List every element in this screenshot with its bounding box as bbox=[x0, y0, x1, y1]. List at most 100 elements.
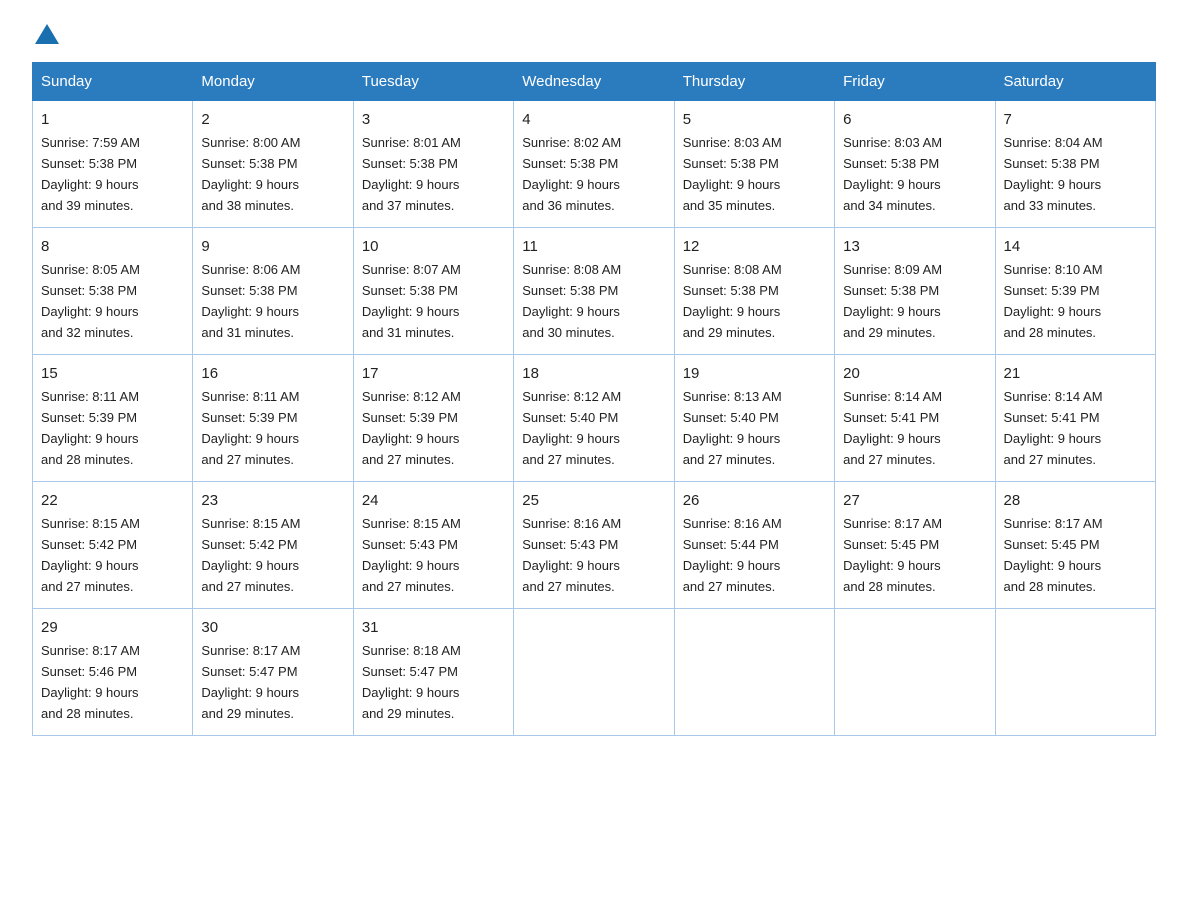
calendar-cell: 28Sunrise: 8:17 AMSunset: 5:45 PMDayligh… bbox=[995, 481, 1155, 608]
day-info: Sunrise: 8:11 AMSunset: 5:39 PMDaylight:… bbox=[41, 389, 139, 467]
weekday-header-tuesday: Tuesday bbox=[353, 63, 513, 101]
calendar-cell: 16 Sunrise: 8:11 AMSunset: 5:39 PMDayligh… bbox=[193, 354, 353, 481]
day-number: 10 bbox=[362, 235, 505, 258]
day-info: Sunrise: 8:08 AMSunset: 5:38 PMDaylight:… bbox=[683, 262, 782, 340]
day-number: 1 bbox=[41, 108, 184, 131]
calendar-cell: 24 Sunrise: 8:15 AMSunset: 5:43 PMDayligh… bbox=[353, 481, 513, 608]
day-number: 4 bbox=[522, 108, 665, 131]
day-info: Sunrise: 8:01 AMSunset: 5:38 PMDaylight:… bbox=[362, 135, 461, 213]
calendar-cell: 26 Sunrise: 8:16 AMSunset: 5:44 PMDayligh… bbox=[674, 481, 834, 608]
day-number: 11 bbox=[522, 235, 665, 258]
day-number: 21 bbox=[1004, 362, 1147, 385]
calendar-cell: 18 Sunrise: 8:12 AMSunset: 5:40 PMDayligh… bbox=[514, 354, 674, 481]
calendar-week-row: 15 Sunrise: 8:11 AMSunset: 5:39 PMDayligh… bbox=[33, 354, 1156, 481]
day-number: 31 bbox=[362, 616, 505, 639]
day-info: Sunrise: 8:09 AMSunset: 5:38 PMDaylight:… bbox=[843, 262, 942, 340]
calendar-table: SundayMondayTuesdayWednesdayThursdayFrid… bbox=[32, 62, 1156, 736]
day-number: 30 bbox=[201, 616, 344, 639]
day-number: 14 bbox=[1004, 235, 1147, 258]
calendar-cell: 31 Sunrise: 8:18 AMSunset: 5:47 PMDayligh… bbox=[353, 608, 513, 735]
calendar-cell: 20Sunrise: 8:14 AMSunset: 5:41 PMDayligh… bbox=[835, 354, 995, 481]
calendar-cell: 29 Sunrise: 8:17 AMSunset: 5:46 PMDayligh… bbox=[33, 608, 193, 735]
calendar-cell: 6 Sunrise: 8:03 AMSunset: 5:38 PMDaylight… bbox=[835, 101, 995, 228]
logo-triangle-icon bbox=[35, 24, 59, 44]
day-info: Sunrise: 8:13 AMSunset: 5:40 PMDaylight:… bbox=[683, 389, 782, 467]
day-info: Sunrise: 8:12 AMSunset: 5:39 PMDaylight:… bbox=[362, 389, 461, 467]
calendar-cell bbox=[674, 608, 834, 735]
day-info: Sunrise: 8:15 AMSunset: 5:42 PMDaylight:… bbox=[201, 516, 300, 594]
calendar-cell: 5 Sunrise: 8:03 AMSunset: 5:38 PMDaylight… bbox=[674, 101, 834, 228]
calendar-cell: 21 Sunrise: 8:14 AMSunset: 5:41 PMDayligh… bbox=[995, 354, 1155, 481]
day-number: 22 bbox=[41, 489, 184, 512]
day-number: 26 bbox=[683, 489, 826, 512]
calendar-cell: 14 Sunrise: 8:10 AMSunset: 5:39 PMDayligh… bbox=[995, 227, 1155, 354]
calendar-cell: 9 Sunrise: 8:06 AMSunset: 5:38 PMDaylight… bbox=[193, 227, 353, 354]
day-number: 23 bbox=[201, 489, 344, 512]
day-number: 18 bbox=[522, 362, 665, 385]
weekday-header-sunday: Sunday bbox=[33, 63, 193, 101]
weekday-header-friday: Friday bbox=[835, 63, 995, 101]
weekday-header-wednesday: Wednesday bbox=[514, 63, 674, 101]
day-info: Sunrise: 8:15 AMSunset: 5:42 PMDaylight:… bbox=[41, 516, 140, 594]
calendar-cell bbox=[835, 608, 995, 735]
day-info: Sunrise: 8:07 AMSunset: 5:38 PMDaylight:… bbox=[362, 262, 461, 340]
day-number: 19 bbox=[683, 362, 826, 385]
calendar-cell: 19 Sunrise: 8:13 AMSunset: 5:40 PMDayligh… bbox=[674, 354, 834, 481]
calendar-cell bbox=[514, 608, 674, 735]
calendar-week-row: 8Sunrise: 8:05 AMSunset: 5:38 PMDaylight… bbox=[33, 227, 1156, 354]
day-number: 28 bbox=[1004, 489, 1147, 512]
calendar-cell: 22 Sunrise: 8:15 AMSunset: 5:42 PMDayligh… bbox=[33, 481, 193, 608]
day-number: 12 bbox=[683, 235, 826, 258]
calendar-cell: 17 Sunrise: 8:12 AMSunset: 5:39 PMDayligh… bbox=[353, 354, 513, 481]
day-info: Sunrise: 7:59 AMSunset: 5:38 PMDaylight:… bbox=[41, 135, 140, 213]
calendar-cell: 12 Sunrise: 8:08 AMSunset: 5:38 PMDayligh… bbox=[674, 227, 834, 354]
day-number: 20 bbox=[843, 362, 986, 385]
day-number: 29 bbox=[41, 616, 184, 639]
calendar-cell: 8Sunrise: 8:05 AMSunset: 5:38 PMDaylight… bbox=[33, 227, 193, 354]
calendar-cell: 11 Sunrise: 8:08 AMSunset: 5:38 PMDayligh… bbox=[514, 227, 674, 354]
day-info: Sunrise: 8:04 AMSunset: 5:38 PMDaylight:… bbox=[1004, 135, 1103, 213]
day-info: Sunrise: 8:14 AMSunset: 5:41 PMDaylight:… bbox=[1004, 389, 1103, 467]
logo bbox=[32, 24, 62, 44]
day-number: 3 bbox=[362, 108, 505, 131]
weekday-header-thursday: Thursday bbox=[674, 63, 834, 101]
weekday-header-saturday: Saturday bbox=[995, 63, 1155, 101]
day-info: Sunrise: 8:17 AMSunset: 5:47 PMDaylight:… bbox=[201, 643, 300, 721]
day-info: Sunrise: 8:03 AMSunset: 5:38 PMDaylight:… bbox=[683, 135, 782, 213]
calendar-cell: 13Sunrise: 8:09 AMSunset: 5:38 PMDayligh… bbox=[835, 227, 995, 354]
calendar-cell: 15 Sunrise: 8:11 AMSunset: 5:39 PMDayligh… bbox=[33, 354, 193, 481]
day-number: 5 bbox=[683, 108, 826, 131]
day-number: 15 bbox=[41, 362, 184, 385]
day-info: Sunrise: 8:00 AMSunset: 5:38 PMDaylight:… bbox=[201, 135, 300, 213]
day-info: Sunrise: 8:03 AMSunset: 5:38 PMDaylight:… bbox=[843, 135, 942, 213]
weekday-header-monday: Monday bbox=[193, 63, 353, 101]
day-number: 25 bbox=[522, 489, 665, 512]
day-info: Sunrise: 8:18 AMSunset: 5:47 PMDaylight:… bbox=[362, 643, 461, 721]
calendar-cell: 7 Sunrise: 8:04 AMSunset: 5:38 PMDaylight… bbox=[995, 101, 1155, 228]
day-number: 16 bbox=[201, 362, 344, 385]
day-info: Sunrise: 8:05 AMSunset: 5:38 PMDaylight:… bbox=[41, 262, 140, 340]
calendar-cell: 23 Sunrise: 8:15 AMSunset: 5:42 PMDayligh… bbox=[193, 481, 353, 608]
calendar-week-row: 29 Sunrise: 8:17 AMSunset: 5:46 PMDayligh… bbox=[33, 608, 1156, 735]
day-info: Sunrise: 8:17 AMSunset: 5:46 PMDaylight:… bbox=[41, 643, 140, 721]
day-info: Sunrise: 8:15 AMSunset: 5:43 PMDaylight:… bbox=[362, 516, 461, 594]
weekday-header-row: SundayMondayTuesdayWednesdayThursdayFrid… bbox=[33, 63, 1156, 101]
calendar-week-row: 1 Sunrise: 7:59 AMSunset: 5:38 PMDaylight… bbox=[33, 101, 1156, 228]
day-number: 24 bbox=[362, 489, 505, 512]
day-number: 17 bbox=[362, 362, 505, 385]
day-number: 9 bbox=[201, 235, 344, 258]
day-info: Sunrise: 8:06 AMSunset: 5:38 PMDaylight:… bbox=[201, 262, 300, 340]
day-number: 27 bbox=[843, 489, 986, 512]
day-number: 6 bbox=[843, 108, 986, 131]
day-number: 7 bbox=[1004, 108, 1147, 131]
calendar-cell: 1 Sunrise: 7:59 AMSunset: 5:38 PMDaylight… bbox=[33, 101, 193, 228]
day-info: Sunrise: 8:12 AMSunset: 5:40 PMDaylight:… bbox=[522, 389, 621, 467]
calendar-cell: 30 Sunrise: 8:17 AMSunset: 5:47 PMDayligh… bbox=[193, 608, 353, 735]
day-info: Sunrise: 8:02 AMSunset: 5:38 PMDaylight:… bbox=[522, 135, 621, 213]
day-info: Sunrise: 8:11 AMSunset: 5:39 PMDaylight:… bbox=[201, 389, 299, 467]
day-info: Sunrise: 8:08 AMSunset: 5:38 PMDaylight:… bbox=[522, 262, 621, 340]
day-info: Sunrise: 8:16 AMSunset: 5:43 PMDaylight:… bbox=[522, 516, 621, 594]
calendar-cell: 10 Sunrise: 8:07 AMSunset: 5:38 PMDayligh… bbox=[353, 227, 513, 354]
day-info: Sunrise: 8:10 AMSunset: 5:39 PMDaylight:… bbox=[1004, 262, 1103, 340]
day-info: Sunrise: 8:16 AMSunset: 5:44 PMDaylight:… bbox=[683, 516, 782, 594]
